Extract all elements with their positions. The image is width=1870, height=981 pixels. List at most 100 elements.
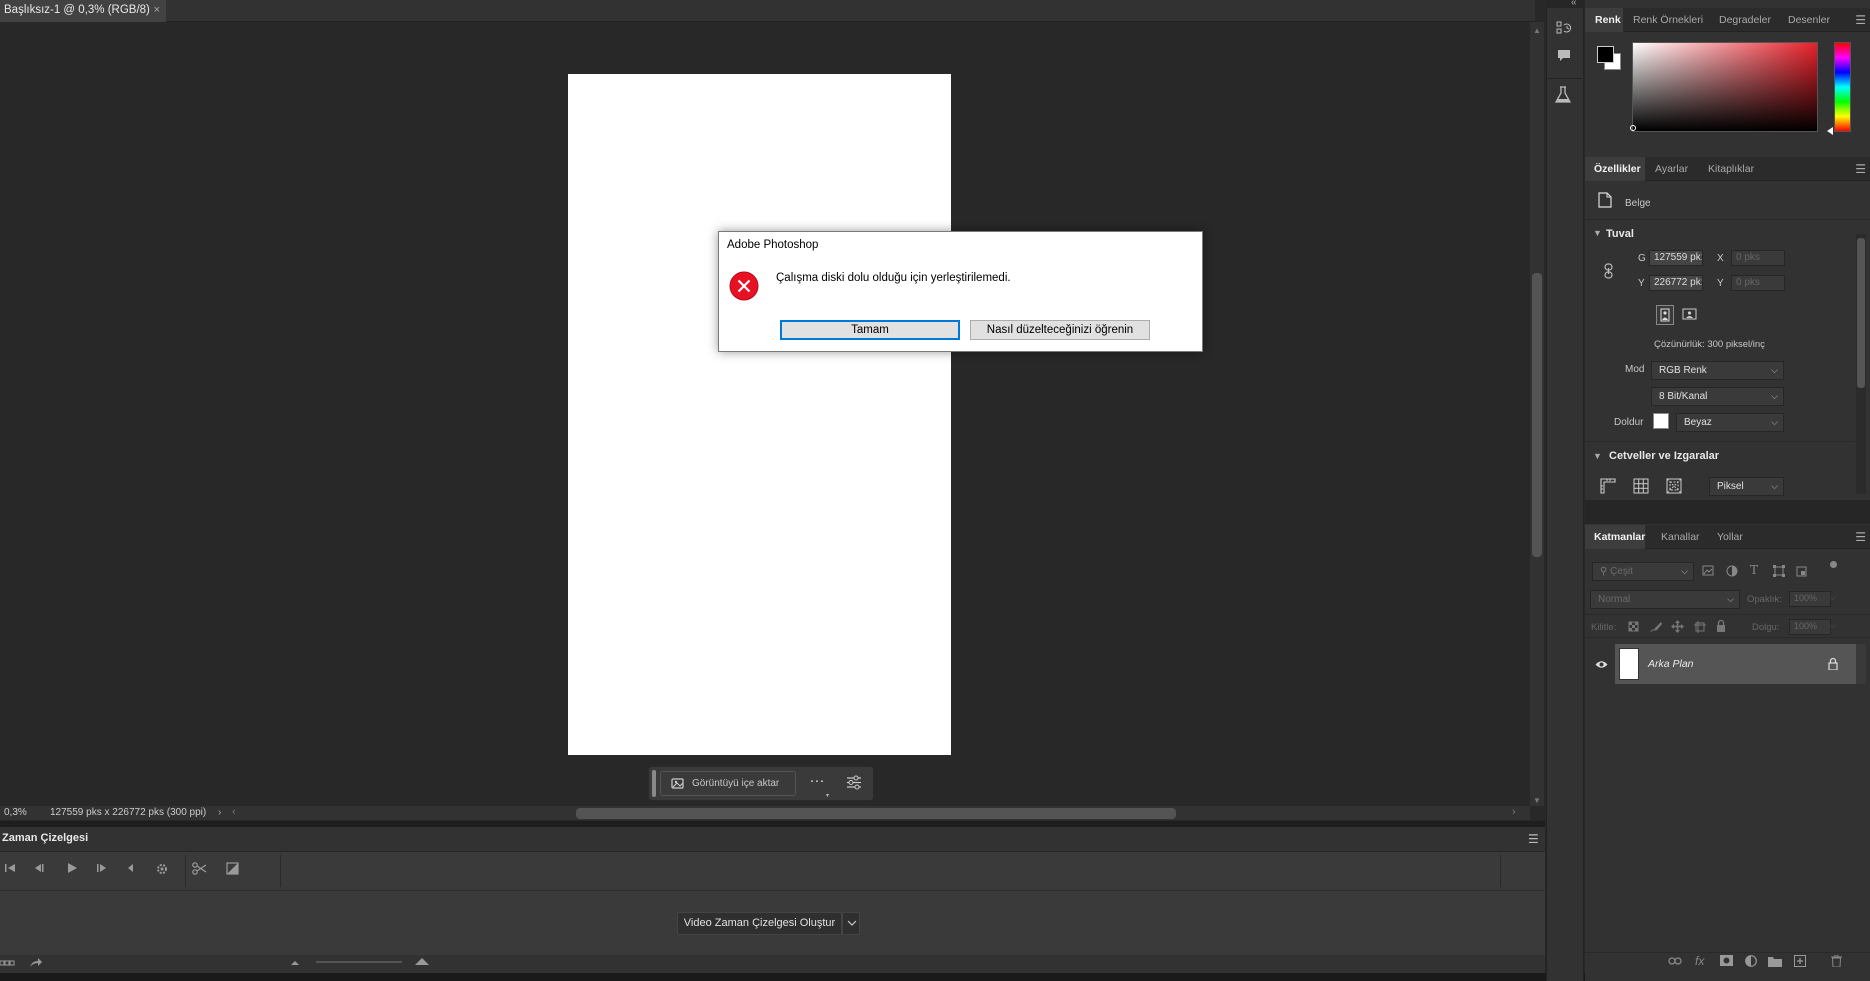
more-dropdown-icon[interactable]: ▾ — [826, 792, 829, 799]
color-picker-marker[interactable] — [1630, 125, 1636, 131]
color-field[interactable] — [1632, 42, 1818, 132]
panel-collapse-bar[interactable] — [1546, 0, 1584, 8]
tab-color[interactable]: Renk — [1595, 14, 1621, 26]
width-field[interactable]: 127559 pk: — [1649, 250, 1703, 266]
tab-libraries[interactable]: Kitaplıklar — [1708, 163, 1754, 175]
render-video-icon[interactable] — [29, 957, 43, 969]
close-tab-icon[interactable]: × — [154, 4, 160, 16]
hue-slider-handle[interactable] — [1827, 127, 1834, 135]
horizontal-scrollbar-thumb[interactable] — [576, 808, 1176, 819]
canvas-section-title[interactable]: Tuval — [1606, 228, 1634, 240]
fill-opacity-field[interactable]: 100% — [1789, 619, 1831, 635]
tab-gradients[interactable]: Degradeler — [1719, 14, 1771, 26]
opacity-field[interactable]: 100% — [1789, 591, 1831, 607]
fill-dropdown-icon[interactable]: ⌵ — [1829, 620, 1836, 631]
task-bar-grip[interactable] — [652, 770, 656, 797]
more-options-icon[interactable]: ··· — [806, 772, 828, 794]
zoom-out-timeline-icon[interactable] — [290, 960, 300, 966]
previous-frame-icon[interactable] — [32, 863, 44, 873]
layer-filter-select[interactable]: ⚲ Çeşit ⌵ — [1592, 562, 1694, 581]
settings-sliders-icon[interactable] — [846, 775, 862, 790]
y-field[interactable]: 0 pks — [1731, 275, 1785, 291]
lock-all-icon[interactable] — [1716, 620, 1726, 632]
tab-layers[interactable]: Katmanlar — [1594, 531, 1645, 543]
ruler-icon[interactable] — [1600, 478, 1616, 494]
tab-channels[interactable]: Kanallar — [1661, 531, 1700, 543]
link-layers-icon[interactable] — [1668, 956, 1682, 966]
fill-color-swatch[interactable] — [1653, 413, 1669, 429]
filter-type-layers-icon[interactable]: T — [1750, 563, 1758, 577]
x-field[interactable]: 0 pks — [1731, 250, 1785, 266]
layers-panel-menu-icon[interactable]: ☰ — [1855, 530, 1866, 544]
chevron-down-icon[interactable]: ▼ — [1593, 228, 1602, 238]
rulers-grids-section-title[interactable]: Cetveller ve Izgaralar — [1609, 450, 1719, 462]
guides-icon[interactable] — [1666, 478, 1682, 494]
filter-smart-object-icon[interactable] — [1796, 565, 1808, 577]
tab-properties[interactable]: Özellikler — [1594, 163, 1641, 175]
color-panel-menu-icon[interactable]: ☰ — [1855, 13, 1866, 27]
lock-transparent-pixels-icon[interactable] — [1628, 621, 1640, 633]
chevron-down-icon[interactable]: ▼ — [1593, 451, 1602, 461]
properties-panel-menu-icon[interactable]: ☰ — [1855, 162, 1866, 176]
new-group-folder-icon[interactable] — [1768, 956, 1782, 967]
visibility-eye-icon[interactable] — [1595, 660, 1608, 669]
timeline-zoom-slider[interactable] — [316, 961, 402, 963]
layer-thumbnail[interactable] — [1619, 648, 1639, 680]
filter-toggle-icon[interactable] — [1830, 561, 1837, 568]
vertical-scrollbar-thumb[interactable] — [1532, 273, 1542, 557]
layer-effects-fx-icon[interactable]: fx — [1695, 954, 1704, 968]
bit-depth-select[interactable]: 8 Bit/Kanal ⌵ — [1651, 387, 1784, 406]
delete-layer-trash-icon[interactable] — [1831, 955, 1842, 967]
scroll-up-icon[interactable]: ▲ — [1533, 26, 1541, 35]
portrait-orientation-button[interactable] — [1656, 305, 1674, 325]
timeline-settings-gear-icon[interactable] — [156, 863, 168, 875]
color-mode-select[interactable]: RGB Renk ⌵ — [1651, 361, 1784, 380]
zoom-level[interactable]: 0,3% — [4, 807, 27, 818]
filter-adjustment-layers-icon[interactable] — [1726, 565, 1738, 577]
timeline-type-dropdown[interactable] — [842, 912, 860, 935]
document-tab[interactable]: Başlıksız-1 @ 0,3% (RGB/8) × — [0, 0, 166, 22]
lock-artboard-icon[interactable] — [1694, 621, 1706, 633]
document-canvas[interactable] — [568, 74, 951, 755]
layer-lock-icon[interactable] — [1828, 658, 1838, 670]
opacity-dropdown-icon[interactable]: ⌵ — [1829, 592, 1836, 603]
lock-position-icon[interactable] — [1671, 620, 1684, 633]
zoom-in-timeline-icon[interactable] — [414, 957, 430, 966]
tab-patterns[interactable]: Desenler — [1788, 14, 1830, 26]
lock-image-pixels-icon[interactable] — [1650, 621, 1662, 633]
history-icon[interactable] — [1556, 20, 1572, 36]
collapse-panels-icon[interactable]: « — [1571, 0, 1577, 8]
tab-swatches[interactable]: Renk Örnekleri — [1633, 14, 1703, 26]
learn-how-to-fix-button[interactable]: Nasıl düzelteceğinizi öğrenin — [970, 320, 1150, 340]
go-to-first-frame-icon[interactable] — [4, 863, 16, 873]
grid-icon[interactable] — [1633, 478, 1649, 494]
link-dimensions-icon[interactable] — [1604, 263, 1613, 279]
foreground-color-swatch[interactable] — [1597, 46, 1614, 63]
scroll-down-icon[interactable]: ▼ — [1533, 796, 1541, 805]
layer-name[interactable]: Arka Plan — [1648, 658, 1694, 670]
import-image-button[interactable]: Görüntüyü içe aktar — [660, 771, 796, 796]
scissors-split-icon[interactable] — [192, 862, 207, 875]
new-adjustment-layer-icon[interactable] — [1745, 955, 1757, 967]
height-field[interactable]: 226772 pk: — [1649, 275, 1703, 291]
tab-paths[interactable]: Yollar — [1717, 531, 1743, 543]
scroll-right-icon[interactable]: › — [1512, 806, 1516, 818]
hue-slider[interactable] — [1834, 42, 1851, 132]
fill-select[interactable]: Beyaz ⌵ — [1676, 413, 1784, 432]
add-mask-icon[interactable] — [1720, 955, 1733, 966]
landscape-orientation-button[interactable] — [1681, 306, 1699, 322]
timeline-menu-icon[interactable]: ☰ — [1528, 832, 1539, 846]
filter-shape-layers-icon[interactable] — [1773, 565, 1785, 577]
new-layer-icon[interactable] — [1794, 955, 1806, 967]
tab-adjustments[interactable]: Ayarlar — [1655, 163, 1688, 175]
convert-frames-icon[interactable] — [0, 959, 16, 969]
scroll-left-icon[interactable]: ‹ — [232, 806, 236, 818]
layers-scrollbar[interactable] — [1856, 644, 1866, 684]
transition-icon[interactable] — [226, 862, 239, 875]
timeline-title[interactable]: Zaman Çizelgesi — [2, 832, 88, 844]
audio-mute-icon[interactable] — [125, 863, 135, 873]
create-video-timeline-button[interactable]: Video Zaman Çizelgesi Oluştur — [677, 912, 842, 935]
comments-icon[interactable] — [1557, 49, 1571, 63]
ok-button[interactable]: Tamam — [780, 320, 960, 340]
ruler-unit-select[interactable]: Piksel ⌵ — [1709, 477, 1784, 496]
